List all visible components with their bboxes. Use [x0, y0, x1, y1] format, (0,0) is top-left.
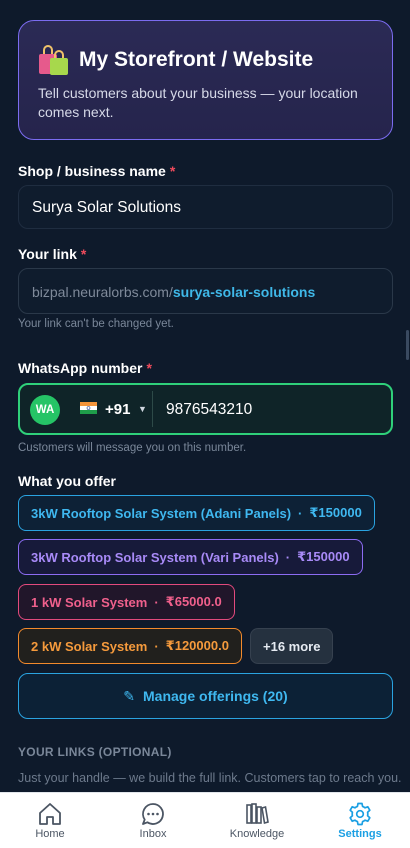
- whatsapp-number-input[interactable]: 9876543210: [166, 401, 252, 419]
- nav-settings-label: Settings: [338, 828, 382, 840]
- manage-offerings-label: Manage offerings (20): [143, 688, 288, 704]
- storefront-screen: My Storefront / Website Tell customers a…: [0, 0, 410, 848]
- link-prefix: bizpal.neuralorbs.com/: [32, 284, 173, 300]
- nav-knowledge[interactable]: Knowledge: [216, 793, 298, 848]
- books-icon: [246, 803, 269, 825]
- offering-name: 2 kW Solar System: [31, 638, 148, 654]
- link-value: bizpal.neuralorbs.com/surya-solar-soluti…: [32, 284, 315, 300]
- whatsapp-number-field: WA +91 ▼ 9876543210: [18, 383, 393, 435]
- offerings-label: What you offer: [18, 473, 116, 489]
- separator: ·: [154, 638, 159, 654]
- your-links-title: YOUR LINKS (OPTIONAL): [18, 745, 172, 759]
- gear-icon: [349, 802, 371, 826]
- business-name-input[interactable]: Surya Solar Solutions: [18, 185, 393, 229]
- nav-knowledge-label: Knowledge: [229, 828, 285, 840]
- business-name-label: Shop / business name *: [18, 163, 175, 179]
- link-label: Your link *: [18, 246, 86, 262]
- link-label-text: Your link: [18, 246, 77, 262]
- whatsapp-label-text: WhatsApp number: [18, 360, 143, 376]
- divider: [152, 391, 153, 427]
- manage-offerings-button[interactable]: ✎ Manage offerings (20): [18, 673, 393, 719]
- link-slug: surya-solar-solutions: [172, 284, 316, 300]
- whatsapp-label: WhatsApp number *: [18, 360, 152, 376]
- required-mark: *: [146, 360, 152, 376]
- nav-inbox[interactable]: Inbox: [112, 793, 194, 848]
- link-field: bizpal.neuralorbs.com/surya-solar-soluti…: [18, 268, 393, 314]
- whatsapp-badge: WA: [30, 395, 60, 425]
- offering-chip[interactable]: 3kW Rooftop Solar System (Adani Panels) ·…: [18, 495, 375, 531]
- nav-inbox-label: Inbox: [139, 828, 167, 840]
- offering-price: ₹120000.0: [165, 638, 229, 653]
- business-name-value: Surya Solar Solutions: [32, 199, 182, 216]
- offering-price: ₹65000.0: [165, 594, 222, 609]
- scrollbar-thumb[interactable]: [406, 330, 409, 360]
- separator: ·: [285, 549, 291, 565]
- separator: ·: [154, 594, 159, 610]
- business-name-label-text: Shop / business name: [18, 163, 166, 179]
- offering-name: 3kW Rooftop Solar System (Adani Panels): [31, 505, 292, 521]
- offering-chip[interactable]: 1 kW Solar System · ₹65000.0: [18, 584, 235, 620]
- nav-home-label: Home: [35, 828, 65, 840]
- offering-chip[interactable]: 2 kW Solar System · ₹120000.0: [18, 628, 242, 664]
- bottom-navigation: Home Inbox Knowledge Settings: [0, 792, 410, 848]
- india-flag-icon[interactable]: [80, 402, 97, 414]
- offering-price: ₹150000: [309, 505, 362, 520]
- chat-icon: [142, 803, 164, 825]
- offering-price: ₹150000: [297, 549, 350, 564]
- home-icon: [39, 803, 61, 825]
- offering-name: 1 kW Solar System: [31, 594, 148, 610]
- required-mark: *: [169, 163, 176, 179]
- scrollbar[interactable]: [406, 0, 410, 790]
- link-hint: Your link can't be changed yet.: [18, 318, 174, 330]
- offering-name: 3kW Rooftop Solar System (Vari Panels): [31, 549, 279, 565]
- separator: ·: [298, 505, 303, 521]
- page-subtitle: Tell customers about your business — you…: [38, 85, 358, 120]
- whatsapp-hint: Customers will message you on this numbe…: [18, 442, 247, 454]
- shopping-bags-icon: [39, 45, 68, 75]
- nav-settings[interactable]: Settings: [319, 793, 401, 848]
- country-code-select[interactable]: +91: [105, 401, 130, 418]
- chevron-down-icon[interactable]: ▼: [138, 404, 147, 414]
- page-title: My Storefront / Website: [79, 48, 314, 71]
- pencil-icon: ✎: [123, 687, 136, 704]
- offering-chip[interactable]: 3kW Rooftop Solar System (Vari Panels) · ₹…: [18, 539, 363, 575]
- your-links-description: Just your handle — we build the full lin…: [18, 771, 402, 785]
- storefront-header-card: My Storefront / Website Tell customers a…: [18, 20, 393, 140]
- nav-home[interactable]: Home: [9, 793, 91, 848]
- required-mark: *: [80, 246, 87, 262]
- more-offerings-chip[interactable]: +16 more: [250, 628, 334, 664]
